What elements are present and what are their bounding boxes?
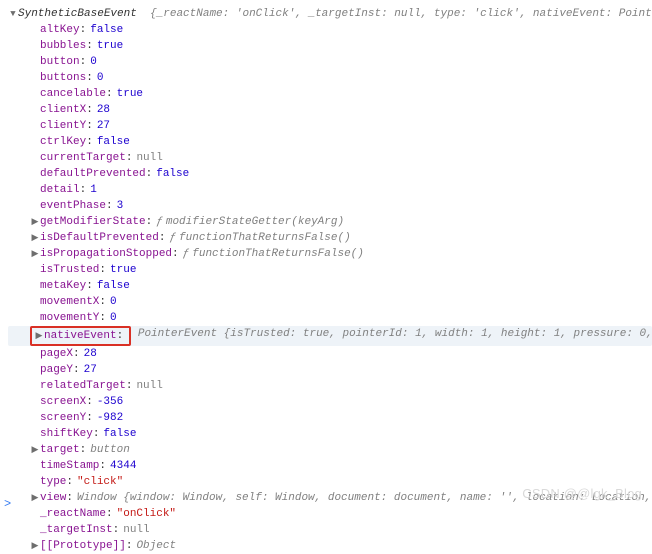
prop-buttons[interactable]: buttons:0 — [8, 70, 652, 86]
prop-ctrlKey[interactable]: ctrlKey:false — [8, 134, 652, 150]
caret-right-icon[interactable] — [30, 442, 40, 458]
prop-_targetInst[interactable]: _targetInst:null — [8, 522, 652, 538]
prop-isTrusted[interactable]: isTrusted:true — [8, 262, 652, 278]
prop-button[interactable]: button:0 — [8, 54, 652, 70]
prop-defaultPrevented[interactable]: defaultPrevented:false — [8, 166, 652, 182]
red-highlight-box: nativeEvent: — [30, 326, 131, 346]
object-header-row[interactable]: SyntheticBaseEvent {_reactName: 'onClick… — [8, 6, 652, 22]
prop-_reactName[interactable]: _reactName:"onClick" — [8, 506, 652, 522]
prop-clientX[interactable]: clientX:28 — [8, 102, 652, 118]
object-summary: {_reactName: 'onClick', _targetInst: nul… — [143, 8, 652, 20]
prop-currentTarget[interactable]: currentTarget:null — [8, 150, 652, 166]
caret-right-icon[interactable] — [30, 230, 40, 246]
prop-screenY[interactable]: screenY:-982 — [8, 410, 652, 426]
prop-isPropagationStopped[interactable]: isPropagationStopped:ƒfunctionThatReturn… — [8, 246, 652, 262]
watermark: CSDN @@lgk_Blog — [522, 486, 642, 502]
prop-movementX[interactable]: movementX:0 — [8, 294, 652, 310]
prop-clientY[interactable]: clientY:27 — [8, 118, 652, 134]
prop-altKey[interactable]: altKey:false — [8, 22, 652, 38]
caret-right-icon[interactable] — [30, 214, 40, 230]
prop-movementY[interactable]: movementY:0 — [8, 310, 652, 326]
prop-timeStamp[interactable]: timeStamp:4344 — [8, 458, 652, 474]
prop-metaKey[interactable]: metaKey:false — [8, 278, 652, 294]
prop-pageY[interactable]: pageY:27 — [8, 362, 652, 378]
prop-cancelable[interactable]: cancelable:true — [8, 86, 652, 102]
caret-right-icon[interactable] — [30, 490, 40, 506]
prop-isDefaultPrevented[interactable]: isDefaultPrevented:ƒfunctionThatReturnsF… — [8, 230, 652, 246]
prop-pageX[interactable]: pageX:28 — [8, 346, 652, 362]
prop-target[interactable]: target:button — [8, 442, 652, 458]
prop-shiftKey[interactable]: shiftKey:false — [8, 426, 652, 442]
caret-right-icon[interactable] — [34, 328, 44, 344]
console-prompt-icon[interactable]: > — [4, 496, 11, 512]
prop-screenX[interactable]: screenX:-356 — [8, 394, 652, 410]
caret-right-icon[interactable] — [30, 246, 40, 262]
prop-getModifierState[interactable]: getModifierState:ƒmodifierStateGetter(ke… — [8, 214, 652, 230]
caret-right-icon[interactable] — [30, 538, 40, 554]
prop-bubbles[interactable]: bubbles:true — [8, 38, 652, 54]
prop-relatedTarget[interactable]: relatedTarget:null — [8, 378, 652, 394]
prop-prototype[interactable]: [[Prototype]]:Object — [8, 538, 652, 554]
caret-down-icon[interactable] — [8, 6, 18, 22]
prop-nativeEvent[interactable]: nativeEvent: PointerEvent {isTrusted: tr… — [8, 326, 652, 346]
prop-eventPhase[interactable]: eventPhase:3 — [8, 198, 652, 214]
object-type: SyntheticBaseEvent — [18, 8, 137, 20]
prop-detail[interactable]: detail:1 — [8, 182, 652, 198]
